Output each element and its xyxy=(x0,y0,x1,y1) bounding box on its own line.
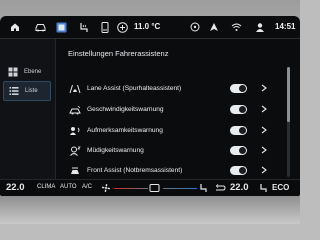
row-label: Geschwindigkeitswarnung xyxy=(87,106,164,113)
seat-icon[interactable] xyxy=(198,182,210,194)
sidebar-item-liste[interactable]: Liste xyxy=(3,81,51,101)
fan-icon[interactable] xyxy=(100,182,112,194)
phone-icon[interactable] xyxy=(98,20,112,34)
list-item-front-assist[interactable]: Front Assist (Notbremsassistent) xyxy=(68,161,283,180)
grid-view-icon xyxy=(6,65,20,79)
car-display-photo: 11.0 °C 14:51 Ebene Liste Einstellungen … xyxy=(0,0,300,224)
row-label: Müdigkeitswarnung xyxy=(87,147,144,154)
attention-icon xyxy=(68,124,82,138)
rear-seat-icon[interactable] xyxy=(258,182,270,194)
sidebar-item-label: Liste xyxy=(25,88,38,94)
lane-assist-icon xyxy=(68,82,82,96)
list-item-speed-warning[interactable]: Geschwindigkeitswarnung xyxy=(68,100,283,119)
add-icon[interactable] xyxy=(115,20,129,34)
defrost-icon[interactable] xyxy=(148,182,160,194)
front-assist-icon xyxy=(68,164,82,178)
air-recirculation-icon[interactable] xyxy=(214,182,226,194)
temperature-slider-right[interactable] xyxy=(163,188,197,189)
fatigue-warning-toggle[interactable] xyxy=(230,146,247,155)
list-scrollbar[interactable] xyxy=(287,67,290,177)
chevron-right-icon[interactable] xyxy=(258,103,270,115)
chevron-right-icon[interactable] xyxy=(258,164,270,176)
chevron-right-icon[interactable] xyxy=(258,124,270,136)
front-assist-toggle[interactable] xyxy=(230,166,247,175)
page-title: Einstellungen Fahrerassistenz xyxy=(68,49,169,58)
row-label: Aufmerksamkeitswarnung xyxy=(87,127,163,134)
fatigue-icon xyxy=(68,144,82,158)
sidebar-item-ebene[interactable]: Ebene xyxy=(3,62,51,82)
driver-temperature[interactable]: 22.0 xyxy=(6,182,25,193)
assist-settings-panel: Einstellungen Fahrerassistenz Lane Assis… xyxy=(56,39,300,179)
eco-button[interactable]: ECO xyxy=(272,183,289,192)
car-icon[interactable] xyxy=(33,20,47,34)
clock: 14:51 xyxy=(275,22,296,31)
chevron-right-icon[interactable] xyxy=(258,82,270,94)
speed-warning-icon xyxy=(68,103,82,117)
outside-temperature: 11.0 °C xyxy=(134,22,161,31)
scroll-thumb[interactable] xyxy=(287,67,290,122)
row-label: Front Assist (Notbremsassistent) xyxy=(87,167,183,174)
view-sidebar: Ebene Liste xyxy=(0,39,55,179)
dashboard-surface xyxy=(0,196,300,224)
ac-button[interactable]: A/C xyxy=(82,184,92,190)
temperature-slider-left[interactable] xyxy=(114,188,148,189)
list-item-fatigue-warning[interactable]: Müdigkeitswarnung xyxy=(68,141,283,160)
attention-warning-toggle[interactable] xyxy=(230,126,247,135)
auto-button[interactable]: AUTO xyxy=(60,184,77,190)
lane-assist-toggle[interactable] xyxy=(230,84,247,93)
list-view-icon xyxy=(7,84,21,98)
media-icon[interactable] xyxy=(188,20,202,34)
apps-icon[interactable] xyxy=(54,20,68,34)
clima-button[interactable]: CLIMA xyxy=(37,184,55,190)
passenger-temperature[interactable]: 22.0 xyxy=(230,182,249,193)
climate-bar: 22.0 CLIMA AUTO A/C 22.0 ECO xyxy=(0,179,300,196)
navigation-icon[interactable] xyxy=(207,20,221,34)
row-label: Lane Assist (Spurhalteassistent) xyxy=(87,85,182,92)
status-bar: 11.0 °C 14:51 xyxy=(0,16,300,38)
infotainment-screen: 11.0 °C 14:51 Ebene Liste Einstellungen … xyxy=(0,16,300,196)
seat-heating-icon[interactable] xyxy=(77,20,91,34)
sidebar-item-label: Ebene xyxy=(24,69,42,75)
list-item-lane-assist[interactable]: Lane Assist (Spurhalteassistent) xyxy=(68,79,283,98)
home-icon[interactable] xyxy=(8,20,22,34)
chevron-right-icon[interactable] xyxy=(258,144,270,156)
list-item-attention-warning[interactable]: Aufmerksamkeitswarnung xyxy=(68,121,283,140)
wifi-icon[interactable] xyxy=(229,20,243,34)
profile-icon[interactable] xyxy=(253,20,267,34)
speed-warning-toggle[interactable] xyxy=(230,105,247,114)
